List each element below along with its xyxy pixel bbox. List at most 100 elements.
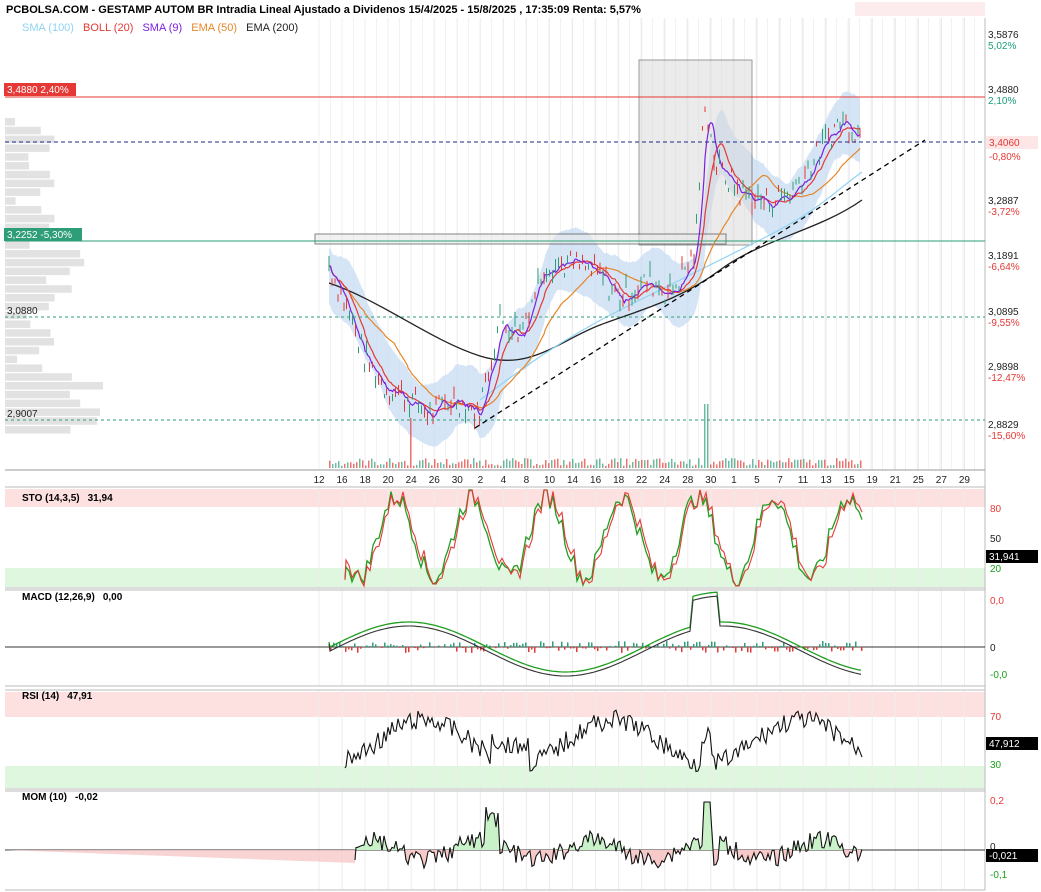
macd-histogram-bar (693, 644, 695, 647)
x-tick-label: 28 (682, 475, 694, 486)
volume-profile-bar (5, 214, 55, 223)
macd-histogram-bar (750, 647, 752, 653)
volume-bar (752, 458, 754, 468)
volume-bar (734, 458, 736, 468)
macd-histogram-bar (495, 647, 497, 649)
volume-bar (437, 462, 439, 468)
x-tick-label: 30 (705, 475, 717, 486)
macd-histogram-bar (432, 646, 434, 647)
volume-bar (455, 463, 457, 468)
macd-histogram-bar (726, 645, 728, 647)
macd-histogram-bar (744, 642, 746, 647)
macd-histogram-bar (768, 647, 770, 648)
volume-bar (509, 460, 511, 468)
volume-bar (533, 465, 535, 468)
title-highlight (855, 2, 985, 16)
volume-bar (653, 459, 655, 468)
volume-bar (785, 462, 787, 468)
macd-histogram-bar (564, 647, 566, 650)
volume-bar (698, 458, 700, 468)
x-tick-label: 4 (501, 475, 507, 486)
macd-histogram-bar (627, 647, 629, 651)
macd-histogram-bar (465, 647, 467, 653)
volume-bar (851, 460, 853, 468)
macd-histogram-bar (561, 641, 563, 647)
macd-histogram-bar (585, 647, 587, 649)
volume-profile-bar (5, 329, 51, 337)
mom-current-text: -0,021 (989, 851, 1018, 862)
rsi-line (344, 709, 863, 773)
volume-bar (413, 465, 415, 468)
macd-histogram-bar (459, 642, 461, 647)
macd-label: MACD (12,26,9) 0,00 (22, 592, 122, 603)
macd-histogram-bar (762, 641, 764, 647)
macd-histogram-bar (402, 644, 404, 647)
macd-histogram-bar (681, 647, 683, 653)
volume-bar (818, 460, 820, 468)
macd-histogram-bar (774, 647, 776, 652)
volume-bar (458, 462, 460, 468)
volume-bar (761, 462, 763, 468)
x-tick-label: 5 (754, 475, 760, 486)
macd-histogram-bar (498, 643, 500, 647)
macd-histogram-bar (696, 642, 698, 647)
volume-bar (629, 464, 631, 468)
macd-name: MACD (12,26,9) (22, 592, 95, 603)
macd-histogram-bar (606, 647, 608, 651)
sto-overbought-zone (5, 489, 985, 507)
macd-histogram-bar (792, 647, 794, 652)
macd-histogram-bar (717, 647, 719, 653)
sto-label: STO (14,3,5) 31,94 (22, 493, 113, 504)
macd-histogram-bar (351, 647, 353, 651)
macd-histogram-bar (453, 642, 455, 647)
macd-histogram-bar (594, 647, 596, 650)
sto-name: STO (14,3,5) (22, 493, 80, 504)
macd-histogram-bar (741, 647, 743, 651)
rsi-current-text: 47,912 (989, 739, 1020, 750)
volume-bar (821, 460, 823, 468)
x-tick-label: 24 (659, 475, 671, 486)
legend-ema50: EMA (50) (191, 22, 238, 34)
volume-bar (770, 460, 772, 468)
volume-bar (605, 465, 607, 468)
macd-histogram-bar (408, 647, 410, 653)
x-tick-label: 12 (313, 475, 325, 486)
macd-histogram-bar (471, 647, 473, 653)
volume-bar (419, 460, 421, 468)
volume-bar (530, 459, 532, 468)
volume-bar (590, 464, 592, 468)
volume-bar (473, 458, 475, 468)
volume-bar (725, 458, 727, 468)
macd-histogram-bar (360, 647, 362, 649)
volume-bar (464, 459, 466, 468)
macd-histogram-bar (570, 647, 572, 649)
volume-bar (338, 461, 340, 468)
x-tick-label: 29 (959, 475, 971, 486)
price-axis-label: 2,8829 (988, 420, 1019, 431)
volume-bar (380, 464, 382, 468)
volume-bar (539, 465, 541, 468)
volume-bar (602, 463, 604, 468)
volume-bar (623, 465, 625, 468)
volume-bar (542, 464, 544, 468)
legend-ema200: EMA (200) (246, 22, 299, 34)
volume-bar (731, 458, 733, 468)
volume-bar (854, 464, 856, 468)
macd-histogram-bar (789, 647, 791, 652)
volume-bar (644, 460, 646, 468)
x-tick-label: 10 (544, 475, 556, 486)
x-tick-label: 18 (360, 475, 372, 486)
macd-histogram-bar (759, 645, 761, 647)
volume-bar (665, 463, 667, 468)
macd-histogram-bar (732, 647, 734, 648)
volume-bar (773, 462, 775, 468)
gap-highlight-box (638, 59, 753, 246)
legend-sma100: SMA (100) (22, 22, 74, 34)
volume-bar (494, 465, 496, 468)
volume-profile-bar (5, 294, 55, 302)
macd-histogram-bar (588, 642, 590, 647)
mom-line (354, 801, 863, 870)
volume-bar (812, 465, 814, 468)
volume-bar (524, 458, 526, 468)
volume-profile-bar (5, 126, 41, 135)
